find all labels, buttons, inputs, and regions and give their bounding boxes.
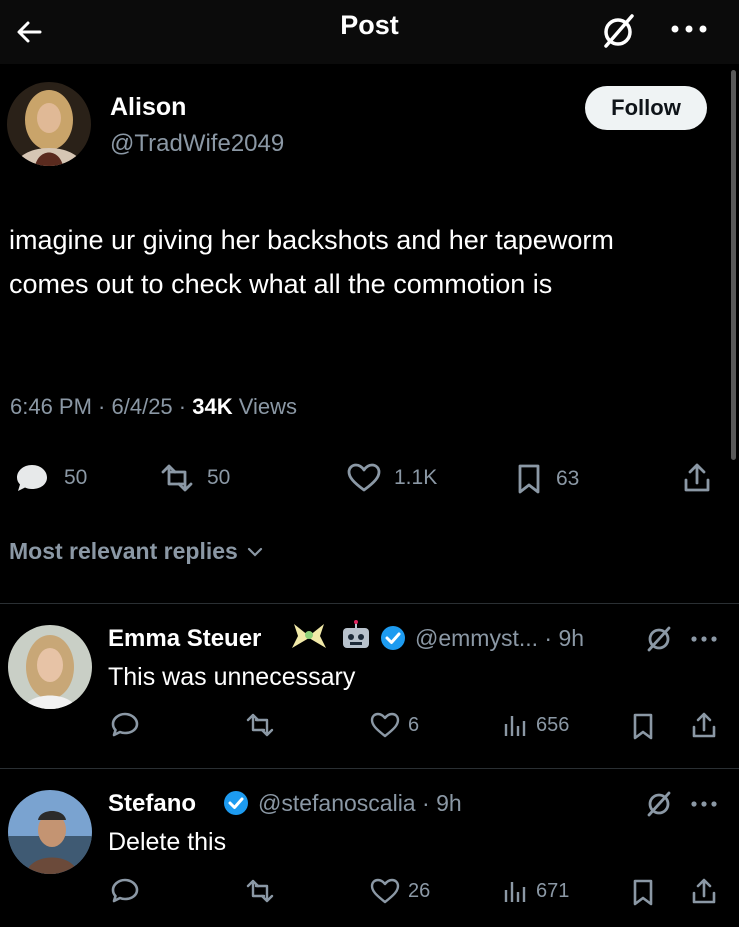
grok-icon[interactable] [643,788,675,820]
like-button[interactable]: 1.1K [344,462,437,494]
bookmark-icon [518,464,540,494]
views-label: Views [238,394,298,419]
avatar[interactable] [8,625,92,709]
scrollbar[interactable] [731,70,736,460]
views-count: 656 [536,713,570,736]
share-icon [684,463,710,492]
reply-handle: @emmyst... [415,625,539,651]
grok-icon[interactable] [596,10,640,54]
fairy-emoji-icon [292,624,326,648]
grok-icon[interactable] [643,623,675,655]
repost-icon [246,879,274,903]
reply-icon [111,712,139,737]
heart-icon [347,463,381,492]
reply-author-name[interactable]: Emma Steuer [108,625,261,653]
author-name[interactable]: Alison [110,93,186,122]
heart-icon [370,878,400,904]
avatar[interactable] [7,82,91,166]
reply-button[interactable]: 50 [10,462,87,494]
divider [0,768,739,769]
replies-filter[interactable]: Most relevant replies [9,538,266,565]
like-count: 26 [408,879,431,902]
reply-text: This was unnecessary [108,663,356,691]
repost-button[interactable]: 50 [157,462,230,494]
like-count: 1.1K [394,466,438,489]
bookmark-icon[interactable] [628,711,658,741]
share-button[interactable] [679,460,715,496]
post-meta: 6:46 PM · 6/4/25 · 34K Views [10,394,298,419]
top-bar: Post [0,0,739,64]
reply-icon [111,878,139,903]
avatar[interactable] [8,790,92,874]
share-icon[interactable] [688,875,720,907]
reply-count: 50 [64,466,88,489]
like-button[interactable]: 26 [368,876,430,906]
more-options-icon[interactable] [667,14,711,44]
reply-button[interactable] [108,876,142,906]
views-count: 34K [192,394,233,419]
author-handle[interactable]: @TradWife2049 [110,130,284,158]
reply-author-handle[interactable]: @stefanoscalia · 9h [258,790,462,817]
replies-filter-label: Most relevant replies [9,538,238,564]
repost-button[interactable] [244,710,276,740]
reply-author-name[interactable]: Stefano [108,790,196,818]
post-date: 6/4/25 [111,394,173,419]
repost-icon [161,464,193,492]
post-time: 6:46 PM [10,394,92,419]
reply-button[interactable] [108,710,142,740]
reply-text: Delete this [108,828,227,856]
bookmark-icon[interactable] [628,877,658,907]
chevron-down-icon [247,547,262,557]
share-icon[interactable] [688,709,720,741]
views-button[interactable]: 671 [500,876,569,906]
reply-handle: @stefanoscalia [258,790,416,816]
repost-icon [246,713,274,737]
views-button[interactable]: 656 [500,710,569,740]
reply-icon [17,465,47,491]
heart-icon [370,712,400,738]
like-button[interactable]: 6 [368,710,419,740]
like-count: 6 [408,713,420,736]
views-count: 671 [536,879,570,902]
repost-count: 50 [207,466,231,489]
follow-button[interactable]: Follow [585,86,707,130]
more-options-icon[interactable] [688,629,720,649]
repost-button[interactable] [244,876,276,906]
views-chart-icon [504,716,526,736]
bookmark-button[interactable]: 63 [512,462,579,496]
divider [0,603,739,604]
verified-badge-icon [381,626,405,650]
reply-time: 9h [436,790,462,816]
verified-badge-icon [224,791,248,815]
post-text: imagine ur giving her backshots and her … [9,225,614,299]
reply-author-handle[interactable]: @emmyst... · 9h [415,625,584,652]
robot-emoji-icon [343,620,369,648]
views-chart-icon [504,882,526,902]
bookmark-count: 63 [556,467,580,490]
reply-time: 9h [558,625,585,651]
more-options-icon[interactable] [688,794,720,814]
